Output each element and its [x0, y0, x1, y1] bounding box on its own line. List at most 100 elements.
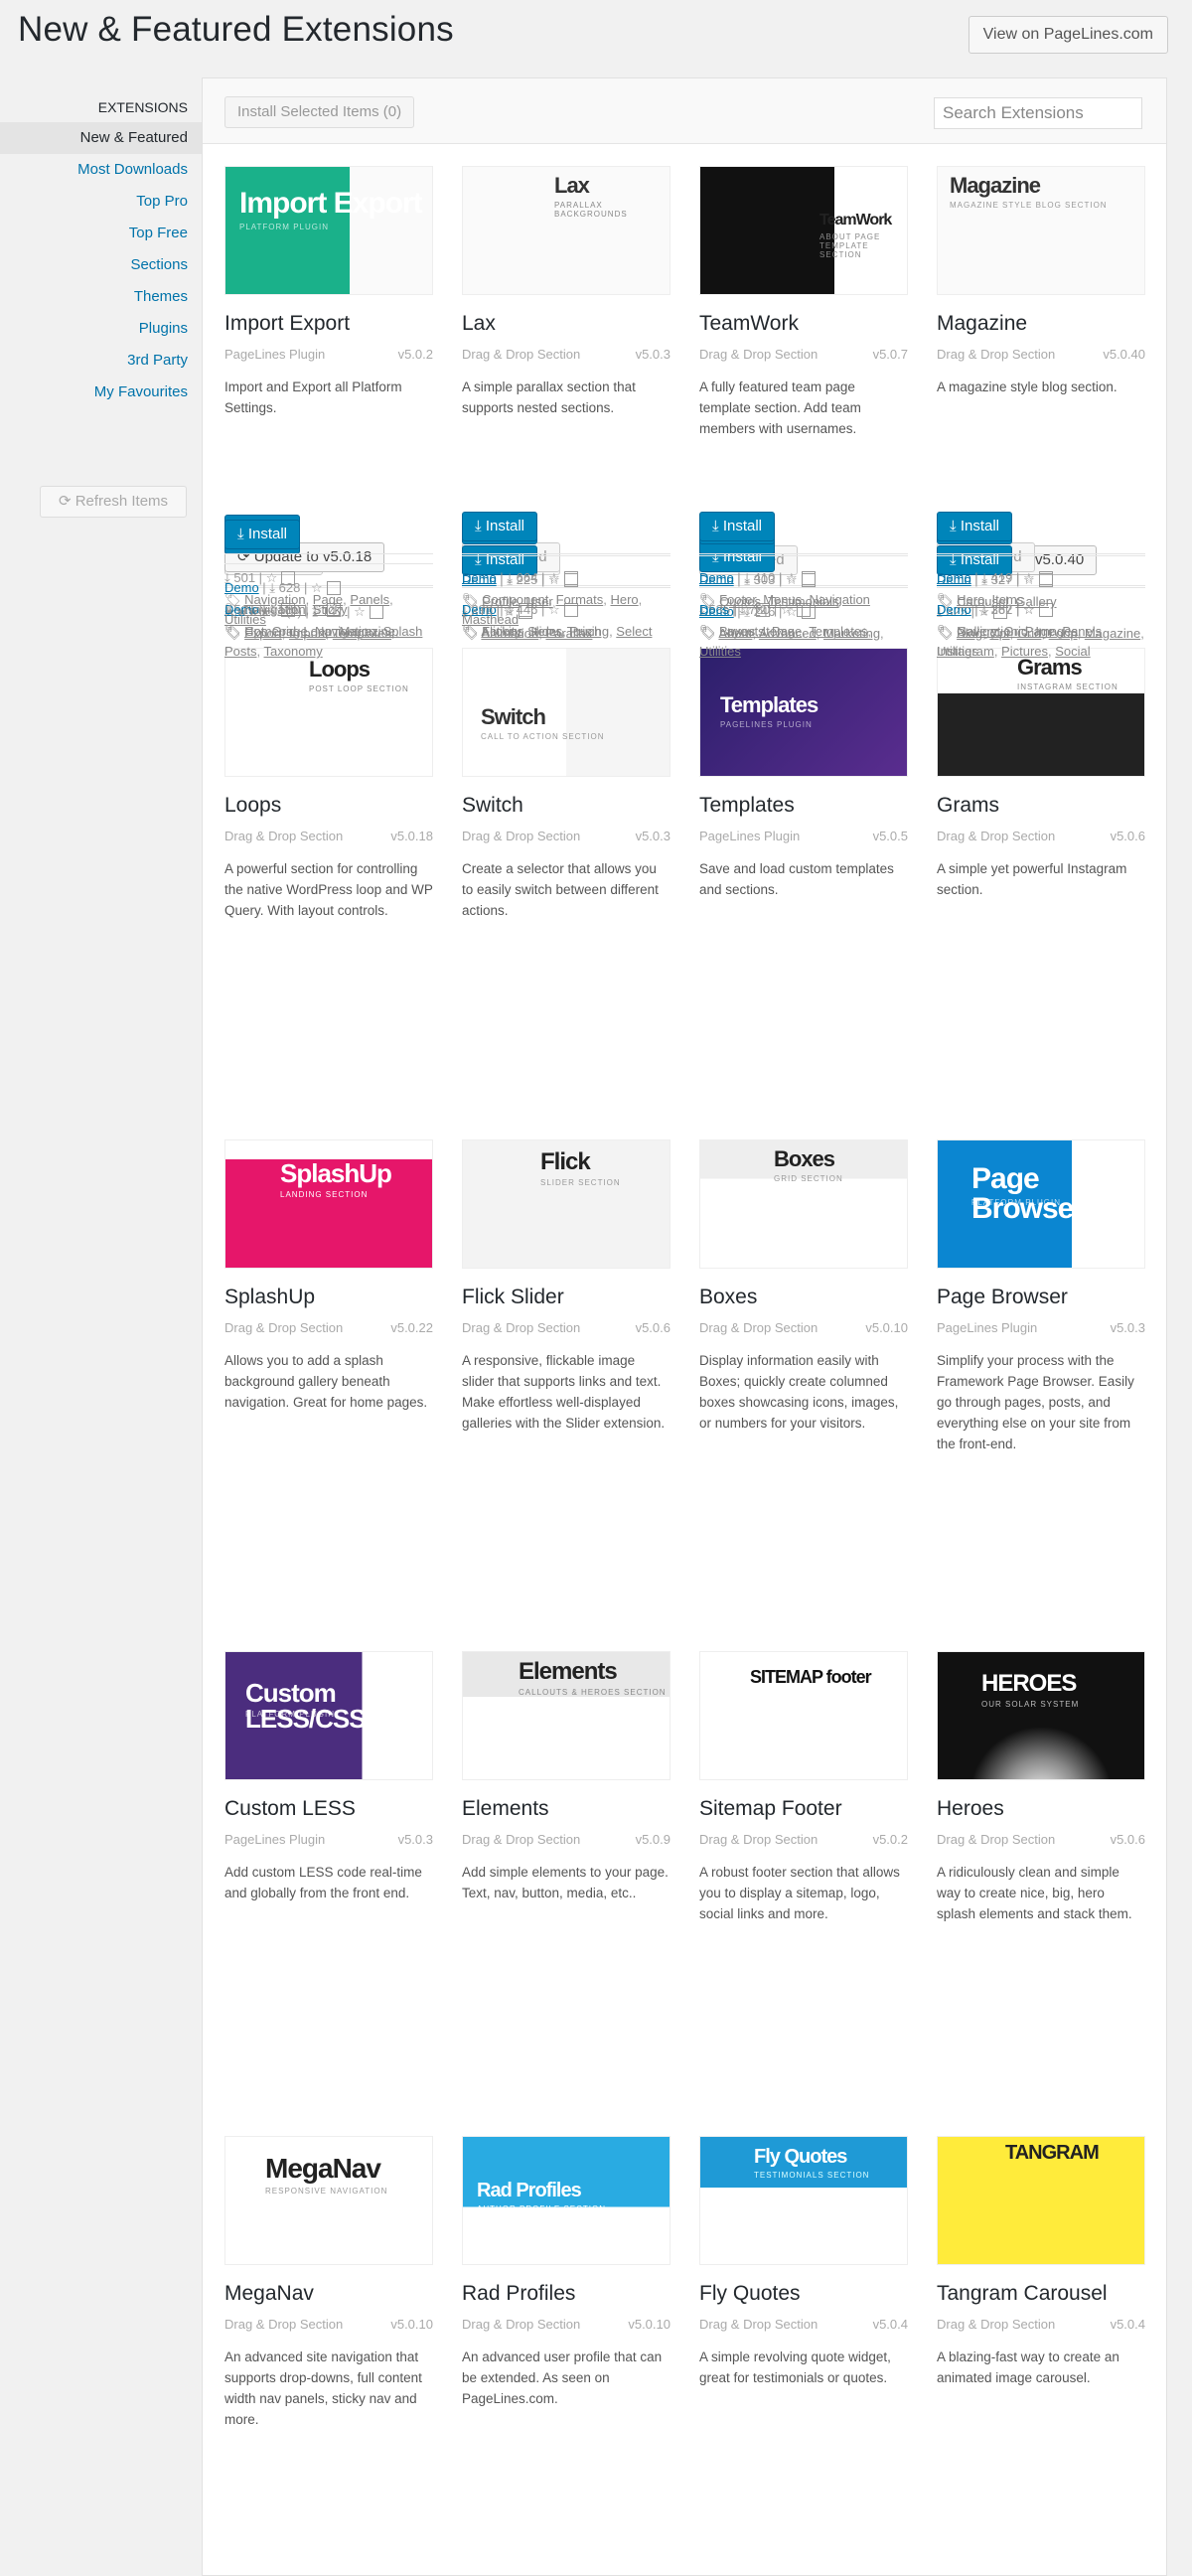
extension-tags: 🏷 Quotes, Testimonials	[699, 594, 839, 609]
sidebar-item-top-pro[interactable]: Top Pro	[0, 186, 202, 218]
demo-link[interactable]: Demo	[224, 580, 259, 595]
refresh-label: Refresh Items	[74, 493, 169, 510]
favourite-star-icon[interactable]: ☆	[311, 580, 323, 595]
extension-name[interactable]: MegaNav	[224, 2282, 314, 2306]
extension-name[interactable]: SplashUp	[224, 1286, 315, 1309]
extension-name[interactable]: Heroes	[937, 1797, 1004, 1821]
tag-link[interactable]: Testimonials	[768, 594, 839, 609]
install-button[interactable]: ⤓ Install	[462, 512, 537, 541]
sidebar-item-most-downloads[interactable]: Most Downloads	[0, 154, 202, 186]
select-checkbox[interactable]	[326, 581, 341, 595]
extension-name[interactable]: Custom LESS	[224, 1797, 356, 1821]
thumbnail-subtitle: PageLines Plugin	[720, 720, 813, 729]
refresh-items-button[interactable]: ⟳ Refresh Items	[40, 486, 187, 518]
extension-thumbnail[interactable]: TANGRAM	[937, 2136, 1145, 2265]
favourite-star-icon[interactable]: ☆	[548, 572, 560, 587]
tag-link[interactable]: Taxonomy	[264, 644, 323, 659]
extension-name[interactable]: Rad Profiles	[462, 2282, 575, 2306]
demo-link[interactable]: Demo	[699, 572, 734, 587]
demo-link[interactable]: Demo	[462, 572, 497, 587]
extension-description: Save and load custom templates and secti…	[699, 861, 894, 897]
select-checkbox[interactable]	[1038, 573, 1053, 587]
tag-link[interactable]: Items	[763, 624, 795, 639]
tag-link[interactable]: Masthead	[462, 612, 519, 627]
extension-thumbnail[interactable]: Import Export Platform Plugin	[224, 166, 433, 295]
extension-version: v5.0.40	[1103, 347, 1145, 362]
extension-thumbnail[interactable]: Loops Post Loop Section	[224, 648, 433, 777]
tag-link[interactable]: Gallery	[1015, 594, 1056, 609]
extension-name[interactable]: Switch	[462, 794, 523, 818]
extension-thumbnail[interactable]: Rad Profiles Author Profile Section	[462, 2136, 670, 2265]
extension-name[interactable]: Elements	[462, 1797, 549, 1821]
thumbnail-title: Magazine	[950, 173, 1041, 198]
extension-thumbnail[interactable]: HEROES Our Solar System	[937, 1651, 1145, 1780]
refresh-icon: ⟳	[58, 493, 72, 510]
extension-name[interactable]: Tangram Carousel	[937, 2282, 1108, 2306]
sidebar-item-themes[interactable]: Themes	[0, 281, 202, 313]
tag-link[interactable]: Utilities	[699, 644, 741, 659]
view-on-pagelines-button[interactable]: View on PageLines.com	[968, 16, 1168, 54]
tag-link[interactable]: Sticky	[313, 602, 348, 617]
search-input[interactable]	[934, 97, 1142, 129]
extension-thumbnail[interactable]: Flick Slider Section	[462, 1139, 670, 1269]
extension-name[interactable]: Flick Slider	[462, 1286, 564, 1309]
tag-icon: 🏷	[699, 594, 720, 609]
favourite-star-icon[interactable]: ☆	[786, 572, 798, 587]
extension-name[interactable]: Loops	[224, 794, 281, 818]
extension-thumbnail[interactable]: TeamWork About Page Template Section	[699, 166, 908, 295]
extension-thumbnail[interactable]: Templates PageLines Plugin	[699, 648, 908, 777]
sidebar-item-plugins[interactable]: Plugins	[0, 313, 202, 345]
download-count-icon: ⤓	[981, 572, 991, 587]
extension-version: v5.0.4	[1110, 2317, 1145, 2332]
tag-link[interactable]: Quotes	[719, 594, 761, 609]
install-button[interactable]: ⤓ Install	[224, 520, 300, 549]
sidebar-item-my-favourites[interactable]: My Favourites	[0, 377, 202, 408]
tag-link[interactable]: Utilities	[937, 644, 978, 659]
extension-thumbnail[interactable]: Lax Parallax Backgrounds	[462, 166, 670, 295]
extension-thumbnail[interactable]: Boxes Grid Section	[699, 1139, 908, 1269]
extension-name[interactable]: TeamWork	[699, 312, 799, 336]
install-button[interactable]: ⤓ Install	[937, 512, 1012, 541]
sidebar-item-new-featured[interactable]: New & Featured	[0, 122, 202, 154]
extension-name[interactable]: Templates	[699, 794, 795, 818]
extension-name[interactable]: Boxes	[699, 1286, 757, 1309]
sidebar-item-top-free[interactable]: Top Free	[0, 218, 202, 249]
tag-link[interactable]: Page	[1025, 624, 1055, 639]
extension-thumbnail[interactable]: Fly Quotes Testimonials Section	[699, 2136, 908, 2265]
tag-link[interactable]: Boxes	[719, 624, 755, 639]
extension-thumbnail[interactable]: Magazine Magazine Style Blog Section	[937, 166, 1145, 295]
tag-link[interactable]: Profile	[482, 594, 519, 609]
extension-thumbnail[interactable]: Grams Instagram Section	[937, 648, 1145, 777]
extension-name[interactable]: Sitemap Footer	[699, 1797, 842, 1821]
extension-description: Add simple elements to your page. Text, …	[462, 1865, 669, 1900]
extension-thumbnail[interactable]: SplashUp Landing Section	[224, 1139, 433, 1269]
extension-name[interactable]: Page Browser	[937, 1286, 1068, 1309]
favourite-star-icon[interactable]: ☆	[1023, 572, 1035, 587]
extension-name[interactable]: Fly Quotes	[699, 2282, 801, 2306]
tag-link[interactable]: Navigation	[244, 602, 305, 617]
sidebar-item-3rd-party[interactable]: 3rd Party	[0, 345, 202, 377]
select-checkbox[interactable]	[801, 573, 816, 587]
select-checkbox[interactable]	[563, 573, 578, 587]
extension-thumbnail[interactable]: Custom LESS/CSS Platform Plugin	[224, 1651, 433, 1780]
extension-thumbnail[interactable]: Switch Call to Action Section	[462, 648, 670, 777]
extension-thumbnail[interactable]: Page Browser Platform Plugin	[937, 1139, 1145, 1269]
extension-name[interactable]: Magazine	[937, 312, 1027, 336]
extension-name[interactable]: Grams	[937, 794, 999, 818]
install-selected-button[interactable]: Install Selected Items (0)	[224, 96, 415, 128]
tag-link[interactable]: Panels	[1062, 624, 1102, 639]
extension-name[interactable]: Import Export	[224, 312, 350, 336]
extension-meta: Drag & Drop Section v5.0.4	[699, 2317, 908, 2332]
demo-link[interactable]: Demo	[937, 572, 971, 587]
tag-link[interactable]: User	[525, 594, 552, 609]
extension-thumbnail[interactable]: MegaNav Responsive Navigation	[224, 2136, 433, 2265]
tag-link[interactable]: Carousel	[957, 594, 1008, 609]
sidebar-item-sections[interactable]: Sections	[0, 249, 202, 281]
extension-thumbnail[interactable]: SITEMAP footer	[699, 1651, 908, 1780]
install-button[interactable]: ⤓ Install	[699, 512, 775, 541]
tag-link[interactable]: Navigation	[957, 624, 1017, 639]
extension-thumbnail[interactable]: Elements Callouts & Heroes Section	[462, 1651, 670, 1780]
extension-type: PageLines Plugin	[224, 347, 326, 362]
tag-link[interactable]: Posts	[224, 644, 257, 659]
extension-name[interactable]: Lax	[462, 312, 496, 336]
